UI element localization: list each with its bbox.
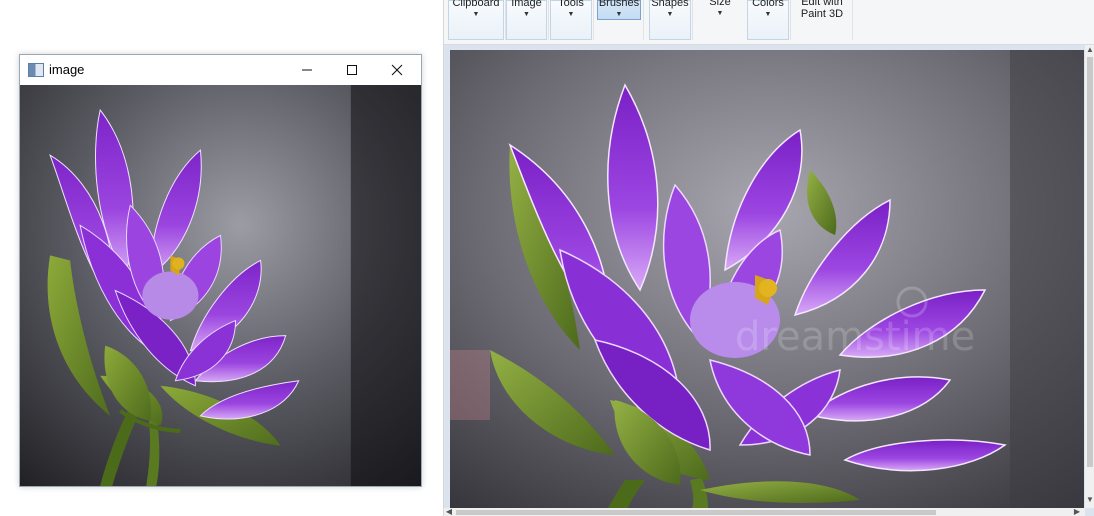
- lotus-flower-picture: [20, 85, 421, 486]
- vertical-scroll-thumb[interactable]: [1087, 57, 1093, 467]
- maximize-icon: [346, 65, 357, 75]
- ribbon-group-tools: Tools ▼: [550, 0, 594, 40]
- watermark-text: dreamstime: [735, 314, 975, 360]
- vertical-scrollbar[interactable]: ▲ ▼: [1085, 45, 1094, 508]
- brushes-button[interactable]: Brushes ▼: [597, 0, 641, 20]
- image-label: Image: [511, 0, 542, 9]
- brushes-label: Brushes: [598, 0, 640, 9]
- ribbon-group-brushes: Brushes ▼: [595, 0, 644, 40]
- ribbon-group-shapes: Shapes ▼: [649, 0, 693, 40]
- scroll-right-icon[interactable]: ▶: [1072, 507, 1082, 516]
- dropdown-arrow-icon: ▼: [615, 11, 623, 18]
- dropdown-arrow-icon: ▼: [567, 11, 575, 18]
- minimize-button[interactable]: [284, 55, 329, 85]
- horizontal-scrollbar[interactable]: ◀ ▶: [444, 507, 1085, 516]
- tools-label: Tools: [558, 0, 584, 9]
- shapes-button[interactable]: Shapes ▼: [649, 0, 691, 40]
- size-label[interactable]: Size: [694, 0, 746, 9]
- paint3d-label[interactable]: Paint 3D: [792, 8, 852, 20]
- scroll-up-icon[interactable]: ▲: [1085, 45, 1094, 55]
- close-button[interactable]: [374, 55, 419, 85]
- image-button[interactable]: Image ▼: [506, 0, 547, 40]
- app-icon: [28, 63, 44, 77]
- ribbon-group-edit-paint3d: Edit with Paint 3D: [792, 0, 853, 40]
- shapes-label: Shapes: [651, 0, 689, 9]
- dropdown-arrow-icon: ▼: [523, 11, 530, 18]
- scroll-down-icon[interactable]: ▼: [1085, 495, 1094, 505]
- ribbon-group-colors: Colors ▼: [747, 0, 791, 40]
- lotus-image-small: [20, 85, 421, 486]
- dropdown-arrow-icon: ▼: [764, 11, 772, 18]
- lotus-flower-picture-large: dreamstime: [450, 50, 1084, 508]
- paint-window: Clipboard ▼ Image ▼ Tools ▼ Brushes ▼ Sh…: [443, 0, 1094, 516]
- ribbon-group-image: Image ▼: [506, 0, 549, 40]
- maximize-button[interactable]: [329, 55, 374, 85]
- ribbon-toolbar: Clipboard ▼ Image ▼ Tools ▼ Brushes ▼ Sh…: [444, 0, 1094, 45]
- colors-label: Colors: [752, 0, 784, 9]
- dropdown-arrow-icon: ▼: [472, 11, 480, 18]
- horizontal-scroll-thumb[interactable]: [456, 510, 936, 515]
- clipboard-button[interactable]: Clipboard ▼: [448, 0, 504, 40]
- colors-button[interactable]: Colors ▼: [747, 0, 789, 40]
- dropdown-arrow-icon: ▼: [666, 11, 674, 18]
- close-icon: [391, 64, 402, 76]
- ribbon-group-size: Size ▼: [694, 0, 746, 40]
- clipboard-label: Clipboard: [452, 0, 500, 9]
- ribbon-group-clipboard: Clipboard ▼: [448, 0, 506, 40]
- image-window: image: [19, 54, 422, 487]
- window-titlebar[interactable]: image: [20, 55, 421, 85]
- canvas-area: dreamstime ▲ ▼ ◀ ▶: [444, 45, 1094, 516]
- minimize-icon: [301, 69, 312, 71]
- dropdown-arrow-icon[interactable]: ▼: [694, 10, 746, 17]
- tools-button[interactable]: Tools ▼: [550, 0, 592, 40]
- scroll-left-icon[interactable]: ◀: [444, 507, 454, 516]
- paint-canvas[interactable]: dreamstime: [450, 50, 1084, 508]
- window-title: image: [49, 62, 85, 77]
